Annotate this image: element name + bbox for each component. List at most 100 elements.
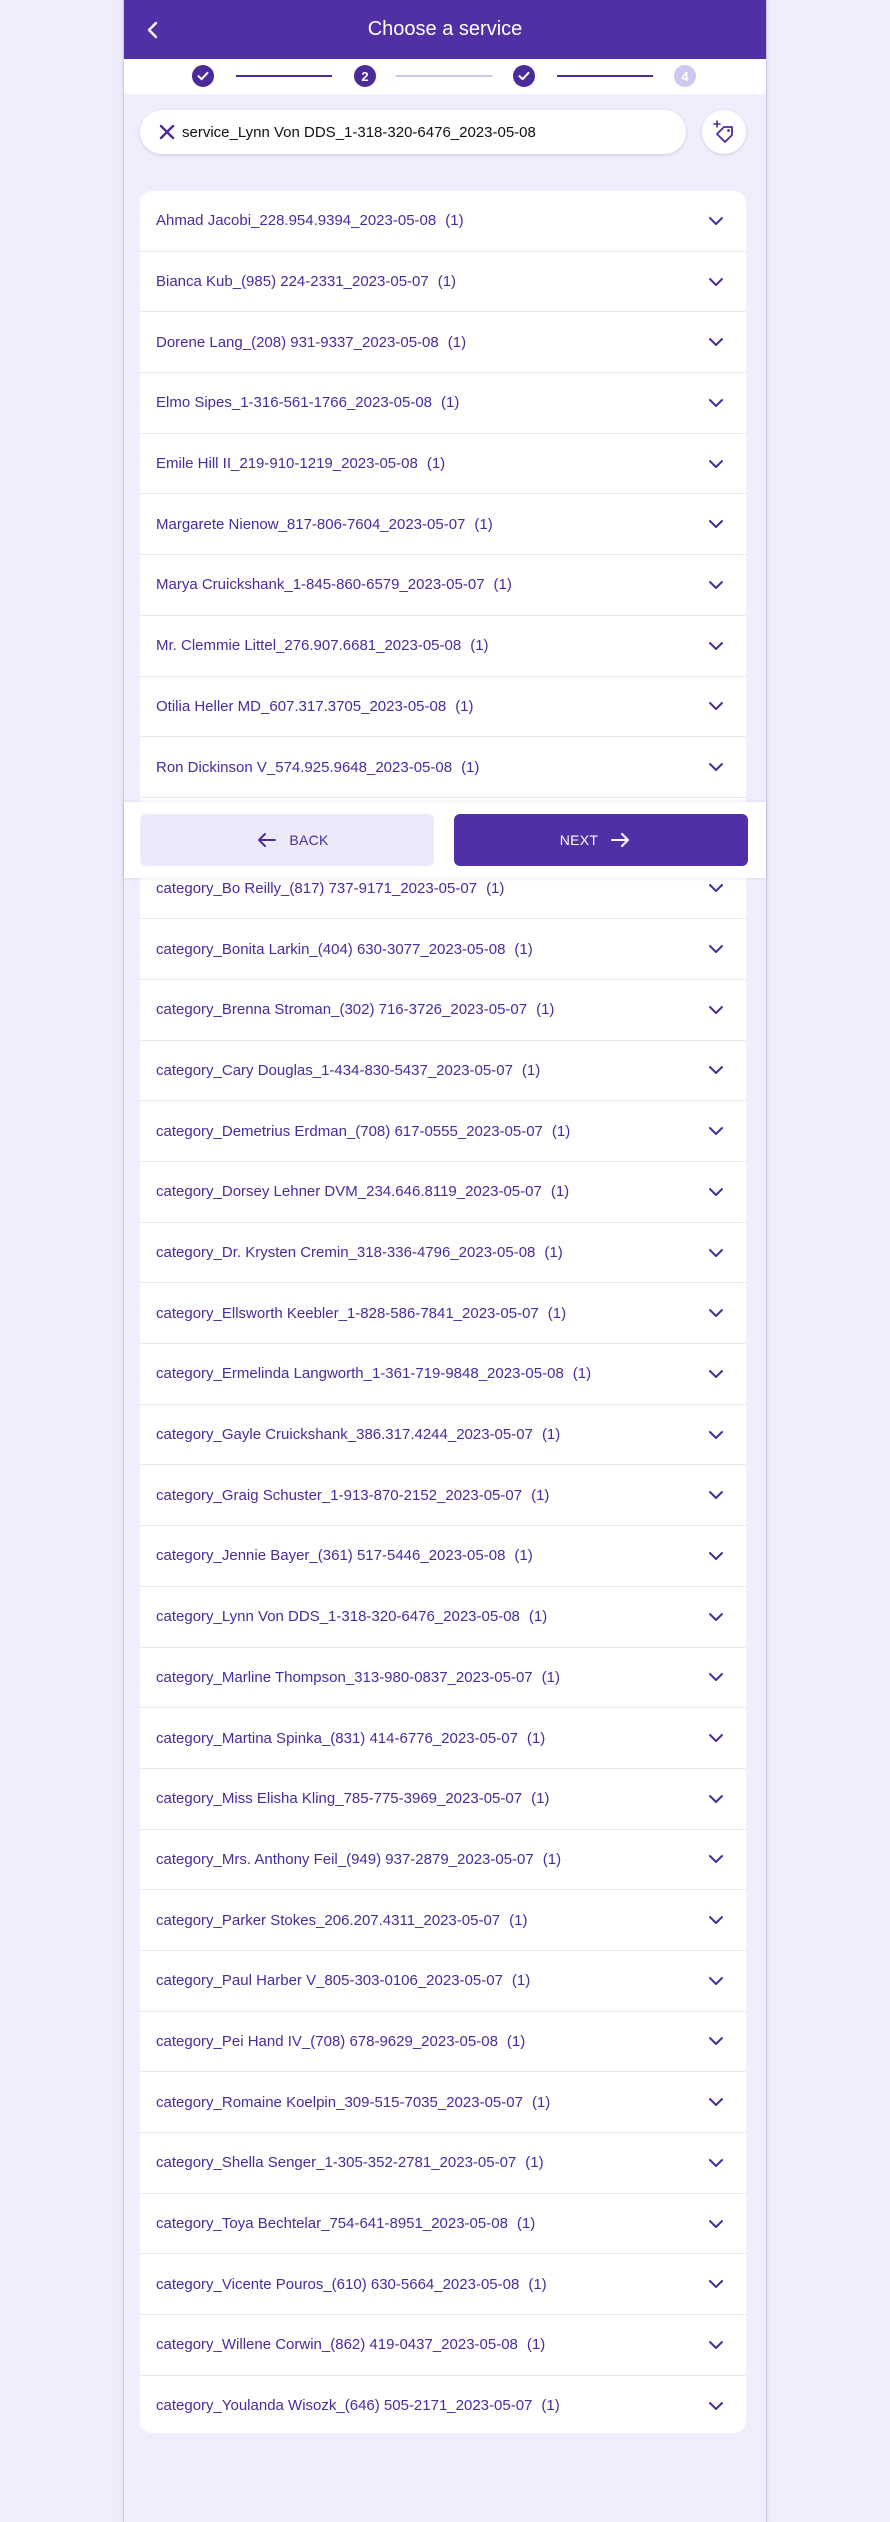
list-item-label: category_Demetrius Erdman_(708) 617-0555…	[156, 1122, 543, 1140]
list-item[interactable]: Ahmad Jacobi_228.954.9394_2023-05-08 (1)	[140, 191, 746, 252]
list-item-label: Bianca Kub_(985) 224-2331_2023-05-07	[156, 273, 429, 291]
list-item[interactable]: category_Toya Bechtelar_754-641-8951_202…	[140, 2194, 746, 2255]
list-item[interactable]: category_Parker Stokes_206.207.4311_2023…	[140, 1890, 746, 1951]
list-item[interactable]: category_Graig Schuster_1-913-870-2152_2…	[140, 1465, 746, 1527]
chevron-down-icon[interactable]	[708, 1487, 724, 1503]
list-item[interactable]: category_Romaine Koelpin_309-515-7035_20…	[140, 2072, 746, 2133]
list-item-label: Otilia Heller MD_607.317.3705_2023-05-08	[156, 697, 447, 715]
list-item[interactable]: category_Ermelinda Langworth_1-361-719-9…	[140, 1344, 746, 1405]
search-input[interactable]	[182, 112, 686, 152]
chevron-down-icon[interactable]	[708, 1184, 724, 1200]
chevron-down-icon[interactable]	[708, 1245, 724, 1261]
list-item[interactable]: Dorene Lang_(208) 931-9337_2023-05-08 (1)	[140, 312, 746, 374]
chevron-down-icon[interactable]	[708, 1123, 724, 1139]
chevron-down-icon[interactable]	[708, 880, 724, 896]
chevron-down-icon[interactable]	[708, 1305, 724, 1321]
list-item[interactable]: category_Cary Douglas_1-434-830-5437_202…	[140, 1041, 746, 1102]
list-item[interactable]: category_Gayle Cruickshank_386.317.4244_…	[140, 1405, 746, 1466]
list-item[interactable]: category_Demetrius Erdman_(708) 617-0555…	[140, 1101, 746, 1162]
list-item[interactable]: category_Youlanda Wisozk_(646) 505-2171_…	[140, 2376, 746, 2433]
list-item[interactable]: category_Pei Hand IV_(708) 678-9629_2023…	[140, 2012, 746, 2073]
chevron-down-icon[interactable]	[708, 395, 724, 411]
list-item-count: (1)	[514, 1547, 533, 1565]
list-item[interactable]: category_Martina Spinka_(831) 414-6776_2…	[140, 1708, 746, 1769]
list-item[interactable]: Emile Hill II_219-910-1219_2023-05-08 (1)	[140, 434, 746, 495]
chevron-down-icon[interactable]	[708, 1366, 724, 1382]
list-item[interactable]: Elmo Sipes_1-316-561-1766_2023-05-08 (1)	[140, 373, 746, 434]
list-item[interactable]: category_Ellsworth Keebler_1-828-586-784…	[140, 1283, 746, 1345]
chevron-down-icon[interactable]	[708, 1730, 724, 1746]
chevron-down-icon[interactable]	[708, 577, 724, 593]
list-item[interactable]: Bianca Kub_(985) 224-2331_2023-05-07 (1)	[140, 252, 746, 313]
list-item[interactable]: Otilia Heller MD_607.317.3705_2023-05-08…	[140, 677, 746, 738]
chevron-down-icon[interactable]	[708, 2276, 724, 2292]
step-connector	[236, 75, 332, 77]
list-item-count: (1)	[441, 394, 460, 412]
close-icon[interactable]	[156, 121, 178, 143]
back-button[interactable]: BACK	[140, 814, 434, 866]
list-item[interactable]: category_Paul Harber V_805-303-0106_2023…	[140, 1951, 746, 2012]
chevron-down-icon[interactable]	[708, 1548, 724, 1564]
chevron-down-icon[interactable]	[708, 1973, 724, 1989]
list-item-count: (1)	[551, 1122, 571, 1140]
chevron-down-icon[interactable]	[708, 1002, 724, 1018]
list-item[interactable]: category_Jennie Bayer_(361) 517-5446_202…	[140, 1526, 746, 1587]
list-item[interactable]: category_Miss Elisha Kling_785-775-3969_…	[140, 1769, 746, 1830]
list-item[interactable]: category_Marline Thompson_313-980-0837_2…	[140, 1648, 746, 1709]
chevron-down-icon[interactable]	[708, 2033, 724, 2049]
app-frame: Choose a service 2 4 Ahmad Jacobi_228.95…	[124, 0, 766, 2522]
list-item[interactable]: Marya Cruickshank_1-845-860-6579_2023-05…	[140, 555, 746, 616]
list-item-label: category_Bonita Larkin_(404) 630-3077_20…	[156, 940, 506, 958]
list-item-label: category_Gayle Cruickshank_386.317.4244_…	[156, 1426, 533, 1444]
list-item[interactable]: Ron Dickinson V_574.925.9648_2023-05-08 (…	[140, 737, 746, 798]
chevron-down-icon[interactable]	[708, 2398, 724, 2414]
chevron-down-icon[interactable]	[708, 1427, 724, 1443]
chevron-down-icon[interactable]	[708, 274, 724, 290]
chevron-down-icon[interactable]	[708, 516, 724, 532]
chevron-down-icon[interactable]	[708, 1062, 724, 1078]
chevron-down-icon[interactable]	[708, 698, 724, 714]
list-item[interactable]: category_Dr. Krysten Cremin_318-336-4796…	[140, 1223, 746, 1284]
chevron-down-icon[interactable]	[708, 2155, 724, 2171]
list-item[interactable]: category_Mrs. Anthony Feil_(949) 937-287…	[140, 1830, 746, 1891]
chevron-down-icon[interactable]	[708, 1912, 724, 1928]
chevron-down-icon[interactable]	[708, 334, 724, 350]
list-item[interactable]: category_Vicente Pouros_(610) 630-5664_2…	[140, 2254, 746, 2316]
list-item-count: (1)	[528, 2275, 547, 2293]
list-item-count: (1)	[486, 879, 505, 897]
list-item[interactable]: category_Dorsey Lehner DVM_234.646.8119_…	[140, 1162, 746, 1223]
back-button-label: BACK	[289, 832, 329, 848]
chevron-down-icon[interactable]	[708, 2094, 724, 2110]
chevron-down-icon[interactable]	[708, 1609, 724, 1625]
chevron-down-icon[interactable]	[708, 638, 724, 654]
list-item[interactable]: Mr. Clemmie Littel_276.907.6681_2023-05-…	[140, 616, 746, 677]
step-3-check-icon	[513, 65, 535, 87]
list-item[interactable]: category_Bonita Larkin_(404) 630-3077_20…	[140, 919, 746, 980]
tag-sparkle-icon[interactable]	[702, 110, 746, 154]
list-item-label: category_Dorsey Lehner DVM_234.646.8119_…	[156, 1183, 542, 1201]
chevron-down-icon[interactable]	[708, 1791, 724, 1807]
list-item[interactable]: category_Shella Senger_1-305-352-2781_20…	[140, 2133, 746, 2194]
chevron-down-icon[interactable]	[708, 213, 724, 229]
list-item[interactable]: Margarete Nienow_817-806-7604_2023-05-07…	[140, 494, 746, 556]
chevron-down-icon[interactable]	[708, 1669, 724, 1685]
list-item[interactable]: category_Brenna Stroman_(302) 716-3726_2…	[140, 980, 746, 1041]
list-item-count: (1)	[531, 1486, 550, 1504]
list-item[interactable]: category_Lynn Von DDS_1-318-320-6476_202…	[140, 1587, 746, 1648]
chevron-down-icon[interactable]	[708, 2337, 724, 2353]
chevron-down-icon[interactable]	[708, 941, 724, 957]
list-item-label: category_Marline Thompson_313-980-0837_2…	[156, 1668, 533, 1686]
chevron-down-icon[interactable]	[708, 1851, 724, 1867]
next-button[interactable]: NEXT	[454, 814, 748, 866]
list-item-count: (1)	[426, 455, 446, 473]
list-item-count: (1)	[526, 1729, 546, 1747]
list-item-count: (1)	[541, 2397, 560, 2415]
list-item-label: Emile Hill II_219-910-1219_2023-05-08	[156, 455, 418, 473]
list-item[interactable]: category_Willene Corwin_(862) 419-0437_2…	[140, 2315, 746, 2376]
bottom-nav-bar: BACK NEXT	[124, 802, 766, 878]
list-item-count: (1)	[528, 1608, 548, 1626]
chevron-down-icon[interactable]	[708, 456, 724, 472]
chevron-down-icon[interactable]	[708, 2216, 724, 2232]
list-item-count: (1)	[550, 1183, 570, 1201]
chevron-down-icon[interactable]	[708, 759, 724, 775]
